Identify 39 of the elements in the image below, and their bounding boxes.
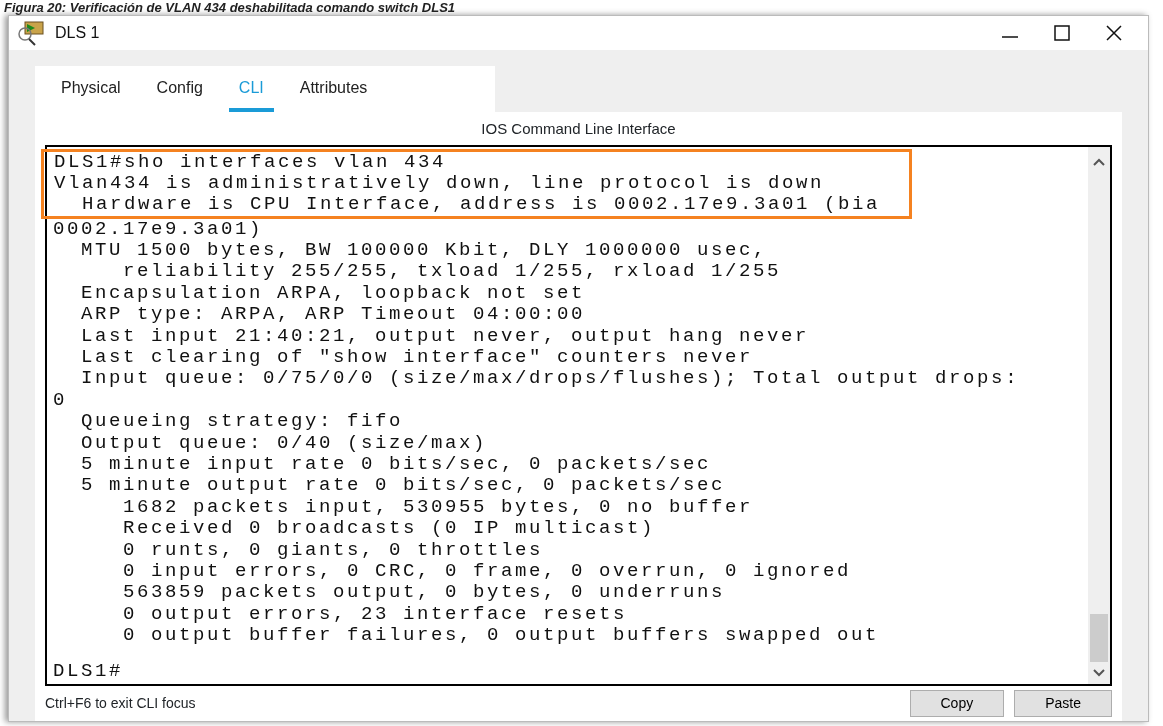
terminal-line: 0 output buffer failures, 0 output buffers swapped out — [122, 625, 881, 647]
action-button[interactable]: Paste — [1014, 690, 1112, 717]
terminal-line: Output queue: 0/40 (size/max) — [80, 432, 489, 454]
terminal-line: Queueing strategy: fifo — [80, 411, 405, 433]
terminal-line: Encapsulation ARPA, loopback not set — [80, 282, 587, 305]
panel-title: IOS Command Line Interface — [480, 119, 677, 139]
terminal-line: DLS1#sho interfaces vlan 434 — [54, 151, 448, 173]
minimize-icon — [1002, 36, 1018, 38]
terminal-line: 0 runts, 0 giants, 0 throttles — [122, 539, 545, 561]
terminal-line: Vlan434 is administratively down, line protocol is down — [54, 172, 826, 195]
terminal-line: 5 minute input rate 0 bits/sec, 0 packets/sec — [80, 453, 713, 476]
scrollbar[interactable] — [1088, 146, 1110, 684]
terminal-line: Received 0 broadcasts (0 IP multicast) — [122, 518, 657, 540]
terminal-line: MTU 1500 bytes, BW 100000 Kbit, DLY 1000000 usec, — [80, 240, 769, 262]
window-title: DLS 1 — [55, 23, 100, 43]
terminal-line: ARP type: ARPA, ARP Timeout 04:00:00 — [80, 304, 587, 326]
terminal-line: Last clearing of "show interface" counters never — [80, 347, 755, 369]
terminal-line: 0 output errors, 23 interface resets — [122, 603, 629, 626]
scrollbar-thumb[interactable] — [1090, 614, 1108, 662]
terminal-line: Input queue: 0/75/0/0 (size/max/drops/flushes); Total output drops: — [80, 368, 1021, 390]
terminal-line: 0 input errors, 0 CRC, 0 frame, 0 overrun, 0 ignored — [122, 560, 853, 583]
terminal-line: Hardware is CPU Interface, address is 0002.17e9.3a01 (bia — [81, 194, 882, 216]
terminal-line: 563859 packets output, 0 bytes, 0 underruns — [122, 582, 727, 604]
terminal-line: 5 minute output rate 0 bits/sec, 0 packets/sec — [80, 475, 727, 497]
terminal-line: 0002.17e9.3a01) — [53, 218, 265, 241]
device-icon — [17, 20, 47, 46]
focus-hint: Ctrl+F6 to exit CLI focus — [45, 694, 196, 713]
tab[interactable]: Config — [146, 70, 213, 112]
terminal-line: 1682 packets input, 530955 bytes, 0 no buffer — [122, 496, 755, 519]
terminal-line: reliability 255/255, txload 1/255, rxload 1/255 — [122, 261, 783, 283]
maximize-icon — [1053, 24, 1071, 42]
figure-caption: Figura 20: Verificación de VLAN 434 deshabilitada comando switch DLS1 — [3, 0, 457, 15]
action-button[interactable]: Copy — [909, 690, 1005, 717]
tab[interactable]: Physical — [51, 70, 131, 112]
terminal-line: 0 — [53, 389, 68, 412]
tab[interactable]: Attributes — [289, 70, 378, 112]
command-prompt[interactable]: DLS1# — [53, 660, 1082, 682]
terminal-line: Last input 21:40:21, output never, output hang never — [80, 325, 811, 347]
close-icon — [1105, 24, 1123, 42]
